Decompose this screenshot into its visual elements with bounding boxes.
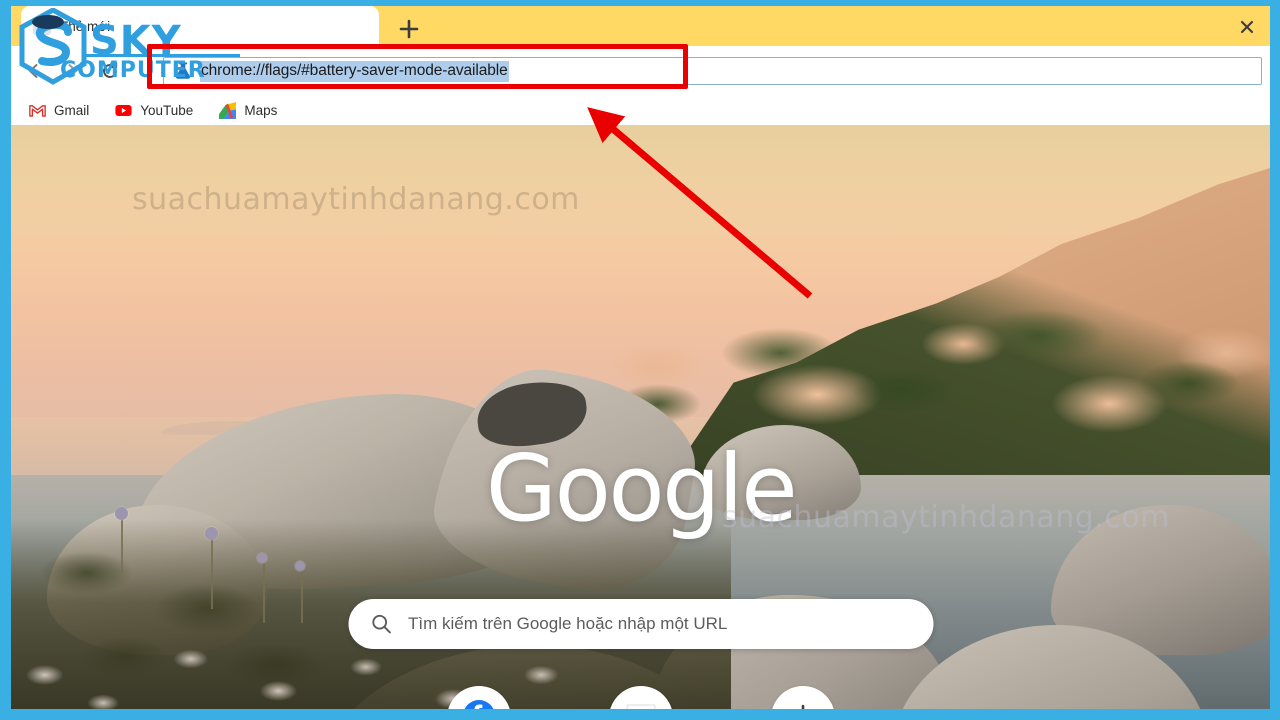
new-tab-page: Google Tìm kiếm trên Google hoặc nhập mộ… xyxy=(11,125,1270,709)
shortcut-tiles: Đăng nhập F... xyxy=(423,686,859,709)
tab-strip: Thẻ mới xyxy=(11,6,1270,46)
gmail-icon xyxy=(29,102,46,119)
browser-tab[interactable]: Thẻ mới xyxy=(21,6,379,46)
search-icon xyxy=(370,613,392,635)
plus-icon xyxy=(790,703,816,709)
url-text: chrome://flags/#battery-saver-mode-avail… xyxy=(200,60,509,82)
bookmark-label: YouTube xyxy=(140,103,194,118)
search-input[interactable]: Tìm kiếm trên Google hoặc nhập một URL xyxy=(348,599,933,649)
reload-arrow-icon[interactable] xyxy=(95,56,125,86)
flower-stem xyxy=(263,563,265,623)
shortcut-add[interactable]: Thêm lối tắt xyxy=(747,686,859,709)
forward-arrow-icon[interactable] xyxy=(57,56,87,86)
tab-title: Thẻ mới xyxy=(60,18,111,34)
flower-stem xyxy=(301,569,303,623)
bookmark-label: Gmail xyxy=(54,103,90,118)
bookmark-youtube[interactable]: YouTube xyxy=(115,102,193,119)
maps-icon xyxy=(219,102,237,119)
youtube-icon xyxy=(115,102,132,119)
new-tab-button[interactable] xyxy=(395,17,423,41)
search-placeholder: Tìm kiếm trên Google hoặc nhập một URL xyxy=(408,614,728,633)
address-bar[interactable]: chrome://flags/#battery-saver-mode-avail… xyxy=(163,57,1262,85)
close-icon[interactable] xyxy=(1238,18,1256,36)
chrome-webstore-icon xyxy=(624,699,658,709)
flower-head xyxy=(257,553,267,563)
shortcut-facebook[interactable]: Đăng nhập F... xyxy=(423,686,535,709)
facebook-icon xyxy=(462,699,496,709)
bookmark-label: Maps xyxy=(244,103,278,118)
background-vegetation xyxy=(590,285,1270,455)
flask-icon xyxy=(172,60,194,82)
google-logo: Google xyxy=(485,435,798,542)
page-favicon xyxy=(33,17,51,35)
tile-background xyxy=(770,686,835,709)
tile-background xyxy=(608,686,673,709)
shortcut-web-store[interactable]: Web Store xyxy=(585,686,697,709)
flower-head xyxy=(295,561,305,571)
tile-background xyxy=(446,686,511,709)
bookmark-maps[interactable]: Maps xyxy=(219,102,277,119)
browser-window: Thẻ mới chrome://flags/#battery-saver-mo… xyxy=(11,6,1270,125)
bookmarks-bar: Gmail YouTube Maps xyxy=(11,96,1270,125)
bookmark-gmail[interactable]: Gmail xyxy=(29,102,89,119)
flower-stem xyxy=(211,537,213,609)
back-arrow-icon[interactable] xyxy=(19,56,49,86)
screenshot-frame: Thẻ mới chrome://flags/#battery-saver-mo… xyxy=(0,0,1280,720)
